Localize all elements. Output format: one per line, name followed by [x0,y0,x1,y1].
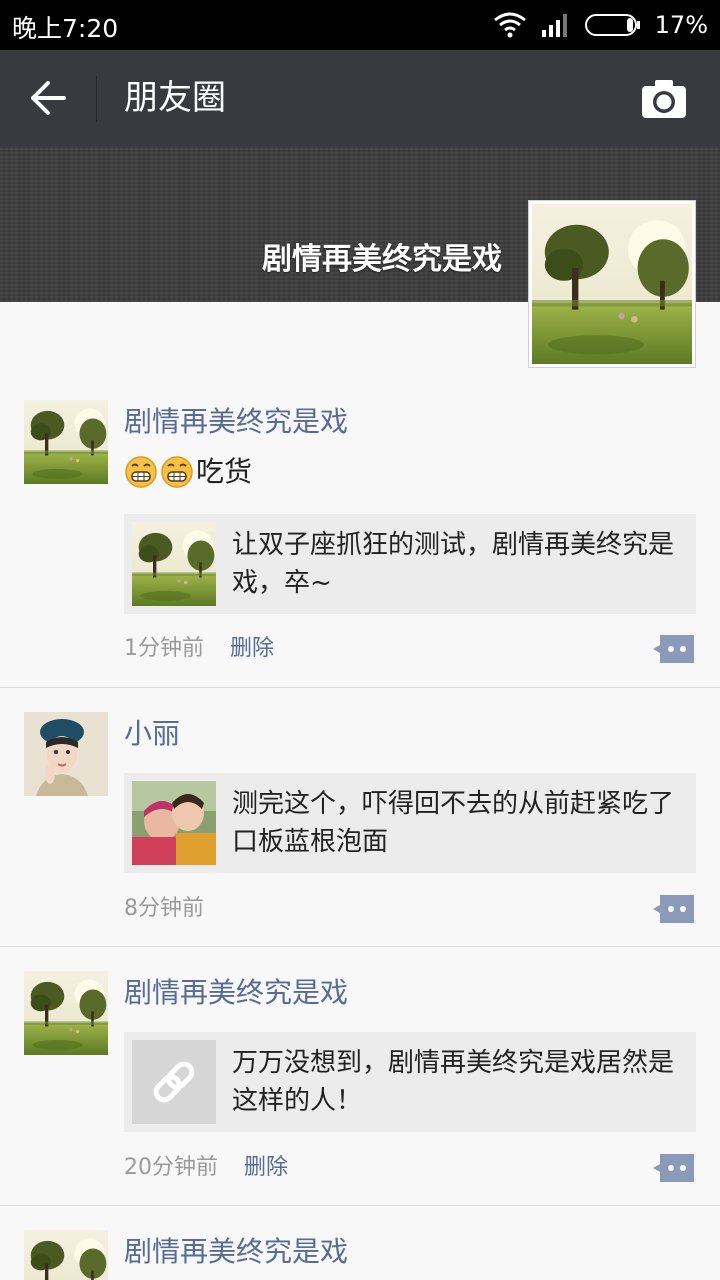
battery-icon [584,14,640,36]
app-bar: 朋友圈 [0,50,720,146]
app-bar-divider [96,76,97,122]
post-author[interactable]: 剧情再美终究是戏 [124,404,348,440]
grimace-emoji-icon [161,456,193,488]
post-author[interactable]: 小丽 [124,716,180,752]
avatar[interactable] [24,400,108,484]
signal-icon [541,14,567,37]
feed-post: 剧情再美终究是戏 吃货 让双子座抓狂的测试，剧情再美终究是戏，卒~ 1分钟前 删… [0,380,720,688]
post-text-content: 吃货 [196,455,253,488]
avatar[interactable] [24,712,108,796]
battery-percent: 17% [654,11,708,39]
grimace-emoji-icon [125,456,157,488]
link-thumbnail [132,522,216,606]
link-icon [132,1040,216,1124]
comment-icon[interactable] [652,1152,696,1184]
post-time: 1分钟前 [124,636,204,661]
back-arrow-icon[interactable] [28,80,68,116]
feed-post: 小丽 测完这个，吓得回不去的从前赶紧吃了口板蓝根泡面 8分钟前 [0,688,720,947]
post-time: 8分钟前 [124,896,204,921]
link-card[interactable]: 让双子座抓狂的测试，剧情再美终究是戏，卒~ [124,514,696,614]
cover-username: 剧情再美终究是戏 [262,242,502,277]
link-title: 让双子座抓狂的测试，剧情再美终究是戏，卒~ [232,530,675,598]
avatar[interactable] [24,1230,108,1280]
delete-button[interactable]: 删除 [230,634,274,664]
post-time: 20分钟前 [124,1155,218,1180]
my-avatar[interactable] [528,200,696,368]
comment-icon[interactable] [652,633,696,665]
link-thumbnail [132,1040,216,1124]
post-text: 吃货 [124,452,252,492]
status-time: 晚上7:20 [12,14,119,43]
comment-icon[interactable] [652,893,696,925]
status-indicators: 17% [493,9,708,41]
link-card[interactable]: 测完这个，吓得回不去的从前赶紧吃了口板蓝根泡面 [124,773,696,873]
link-thumbnail [132,781,216,865]
status-bar: 晚上7:20 17% [0,0,720,50]
feed-post: 剧情再美终究是戏 万万没想到，剧情再美终究是戏居然是这样的人！ 20分钟前 删除 [0,947,720,1206]
link-title: 万万没想到，剧情再美终究是戏居然是这样的人！ [232,1048,675,1116]
post-author[interactable]: 剧情再美终究是戏 [124,975,348,1011]
page-title: 朋友圈 [124,78,226,118]
post-author[interactable]: 剧情再美终究是戏 [124,1234,348,1270]
link-title: 测完这个，吓得回不去的从前赶紧吃了口板蓝根泡面 [232,789,675,857]
link-card[interactable]: 万万没想到，剧情再美终究是戏居然是这样的人！ [124,1032,696,1132]
feed-post: 剧情再美终究是戏 [0,1206,720,1280]
delete-button[interactable]: 删除 [244,1153,288,1183]
camera-icon[interactable] [640,78,688,120]
avatar[interactable] [24,971,108,1055]
wifi-icon [493,12,526,38]
